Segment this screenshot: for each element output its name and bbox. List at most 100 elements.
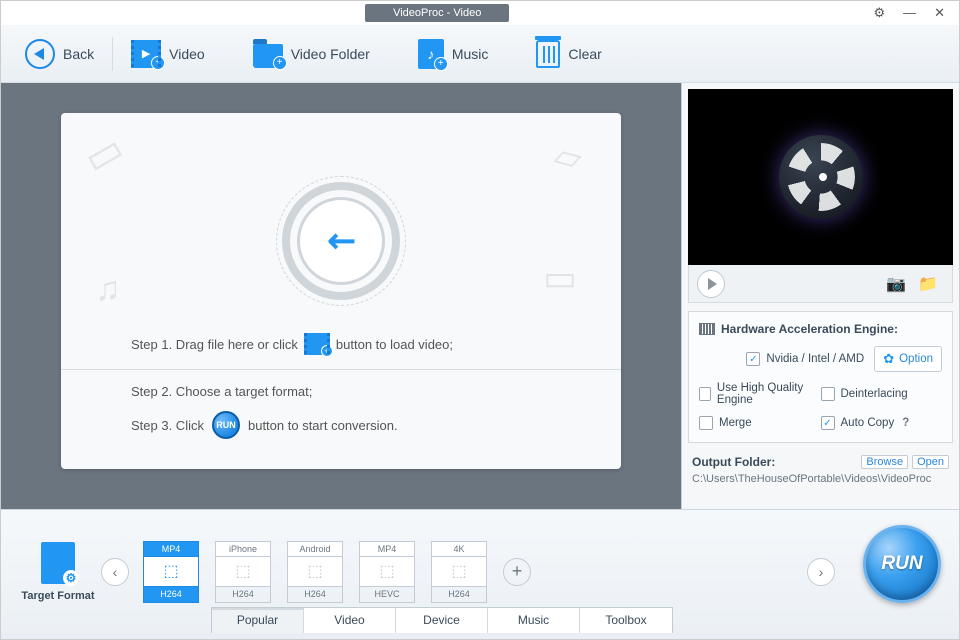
- hq-label: Use High Quality Engine: [717, 382, 821, 406]
- close-icon[interactable]: ✕: [934, 5, 945, 21]
- filmstrip-watermark-icon: ▭: [76, 125, 132, 184]
- format-card-mp4-h264[interactable]: MP4 ⬚ H264: [143, 541, 199, 603]
- add-video-folder-button[interactable]: + Video Folder: [243, 36, 380, 72]
- titlebar: VideoProc - Video ⚙ — ✕: [1, 1, 959, 25]
- format-bot: H264: [287, 587, 343, 603]
- checkbox-icon: [699, 387, 711, 401]
- target-format[interactable]: Target Format: [15, 542, 101, 602]
- mini-video-icon: +: [304, 333, 330, 355]
- format-mid-icon: ⬚: [143, 557, 199, 587]
- gear-icon: ✿: [883, 351, 894, 367]
- format-card-android-h264[interactable]: Android ⬚ H264: [287, 541, 343, 603]
- add-video-button[interactable]: ▶+ Video: [121, 36, 215, 72]
- format-bot: HEVC: [359, 587, 415, 603]
- drop-area[interactable]: ▭ ▱ ♫ ▭ ↖ Step 1. Drag file here or clic…: [1, 83, 681, 509]
- drop-bottom: Step 2. Choose a target format; Step 3. …: [61, 369, 621, 469]
- nvidia-label: Nvidia / Intel / AMD: [766, 353, 864, 365]
- checkbox-icon: ✓: [746, 352, 760, 366]
- deinterlacing-checkbox[interactable]: Deinterlacing: [821, 382, 943, 406]
- step1b: button to load video;: [336, 337, 453, 352]
- format-top: MP4: [359, 541, 415, 557]
- autocopy-help[interactable]: ?: [902, 417, 909, 429]
- tab-video[interactable]: Video: [304, 608, 396, 633]
- format-top: iPhone: [215, 541, 271, 557]
- format-tabs: PopularVideoDeviceMusicToolbox: [211, 607, 673, 633]
- open-folder-icon[interactable]: 📁: [912, 274, 944, 294]
- checkbox-icon: [821, 387, 835, 401]
- music-label: Music: [452, 46, 489, 62]
- step2: Step 2. Choose a target format;: [131, 384, 312, 399]
- window-title: VideoProc - Video: [365, 4, 509, 22]
- clear-button[interactable]: Clear: [526, 36, 611, 72]
- step1a: Step 1. Drag file here or click: [131, 337, 298, 352]
- chip-icon: [699, 323, 715, 335]
- output-path: C:\Users\TheHouseOfPortable\Videos\Video…: [692, 473, 949, 485]
- add-format-button[interactable]: +: [503, 558, 531, 586]
- tab-music[interactable]: Music: [488, 608, 580, 633]
- tab-device[interactable]: Device: [396, 608, 488, 633]
- back-button[interactable]: Back: [15, 35, 104, 73]
- format-top: MP4: [143, 541, 199, 557]
- format-prev-button[interactable]: ‹: [101, 558, 129, 586]
- browse-button[interactable]: Browse: [861, 455, 908, 469]
- drop-card: ▭ ▱ ♫ ▭ ↖ Step 1. Drag file here or clic…: [61, 113, 621, 469]
- back-label: Back: [63, 46, 94, 62]
- hq-checkbox[interactable]: Use High Quality Engine: [699, 382, 821, 406]
- note-watermark-icon: ♫: [95, 270, 121, 309]
- trash-icon: [536, 40, 560, 68]
- option-label: Option: [899, 353, 933, 365]
- format-next-button[interactable]: ›: [807, 558, 835, 586]
- video-icon: ▶+: [131, 40, 161, 68]
- hw-title: Hardware Acceleration Engine:: [699, 322, 942, 336]
- minimize-icon[interactable]: —: [903, 5, 916, 21]
- side-panel: 📷 📁 Hardware Acceleration Engine: ✓ Nvid…: [681, 83, 959, 509]
- hw-title-text: Hardware Acceleration Engine:: [721, 322, 898, 336]
- tab-toolbox[interactable]: Toolbox: [580, 608, 672, 633]
- step2-row: Step 2. Choose a target format;: [131, 384, 551, 399]
- avi-watermark-icon: ▱: [550, 134, 586, 179]
- upload-arrow-icon: ↖: [317, 217, 365, 265]
- target-format-label: Target Format: [21, 590, 94, 602]
- separator: [112, 37, 113, 71]
- option-button[interactable]: ✿ Option: [874, 346, 942, 372]
- format-top: Android: [287, 541, 343, 557]
- format-strip: Target Format ‹ MP4 ⬚ H264iPhone ⬚ H264A…: [1, 509, 959, 633]
- step3a: Step 3. Click: [131, 418, 204, 433]
- add-music-button[interactable]: ♪+ Music: [408, 35, 499, 73]
- format-card-mp4-hevc[interactable]: MP4 ⬚ HEVC: [359, 541, 415, 603]
- titlebar-controls: ⚙ — ✕: [873, 5, 959, 21]
- checkbox-icon: [699, 416, 713, 430]
- format-mid-icon: ⬚: [215, 557, 271, 587]
- snapshot-camera-icon[interactable]: 📷: [880, 274, 912, 294]
- output-top: Output Folder: Browse Open: [692, 455, 949, 469]
- play-icon: [708, 278, 717, 290]
- nvidia-checkbox[interactable]: ✓ Nvidia / Intel / AMD: [746, 352, 864, 366]
- format-mid-icon: ⬚: [287, 557, 343, 587]
- autocopy-label: Auto Copy: [841, 417, 895, 429]
- title-center: VideoProc - Video: [1, 4, 873, 22]
- format-bot: H264: [431, 587, 487, 603]
- tab-popular[interactable]: Popular: [212, 608, 304, 633]
- format-bot: H264: [215, 587, 271, 603]
- video-folder-label: Video Folder: [291, 46, 370, 62]
- settings-gear-icon[interactable]: ⚙: [873, 5, 885, 21]
- deint-label: Deinterlacing: [841, 388, 908, 400]
- output-title: Output Folder:: [692, 455, 857, 469]
- merge-checkbox[interactable]: Merge: [699, 416, 821, 430]
- main-area: ▭ ▱ ♫ ▭ ↖ Step 1. Drag file here or clic…: [1, 83, 959, 509]
- format-top: 4K: [431, 541, 487, 557]
- autocopy-checkbox[interactable]: ✓ Auto Copy ?: [821, 416, 943, 430]
- folder-icon: +: [253, 44, 283, 68]
- format-card-4k-h264[interactable]: 4K ⬚ H264: [431, 541, 487, 603]
- play-button[interactable]: [697, 270, 725, 298]
- format-card-iphone-h264[interactable]: iPhone ⬚ H264: [215, 541, 271, 603]
- format-mid-icon: ⬚: [359, 557, 415, 587]
- open-button[interactable]: Open: [912, 455, 949, 469]
- merge-label: Merge: [719, 417, 752, 429]
- format-mid-icon: ⬚: [431, 557, 487, 587]
- toolbar: Back ▶+ Video + Video Folder ♪+ Music Cl…: [1, 25, 959, 83]
- hw-grid: Use High Quality Engine Deinterlacing Me…: [699, 382, 942, 430]
- drop-target-circle[interactable]: ↖: [276, 176, 406, 306]
- run-button[interactable]: RUN: [863, 525, 941, 603]
- reel-logo-icon: [779, 135, 863, 219]
